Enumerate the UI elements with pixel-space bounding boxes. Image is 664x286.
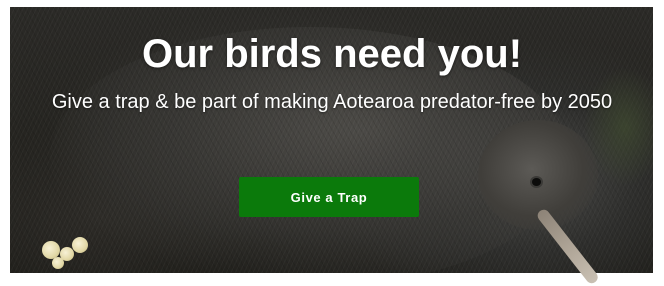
hero-subheadline: Give a trap & be part of making Aotearoa… — [51, 91, 613, 113]
give-a-trap-button[interactable]: Give a Trap — [239, 177, 419, 217]
kiwi-bird-eye — [532, 178, 541, 186]
white-flowers — [22, 233, 102, 273]
hero-headline: Our birds need you! — [141, 32, 523, 76]
flower — [52, 257, 64, 269]
flower — [72, 237, 88, 253]
